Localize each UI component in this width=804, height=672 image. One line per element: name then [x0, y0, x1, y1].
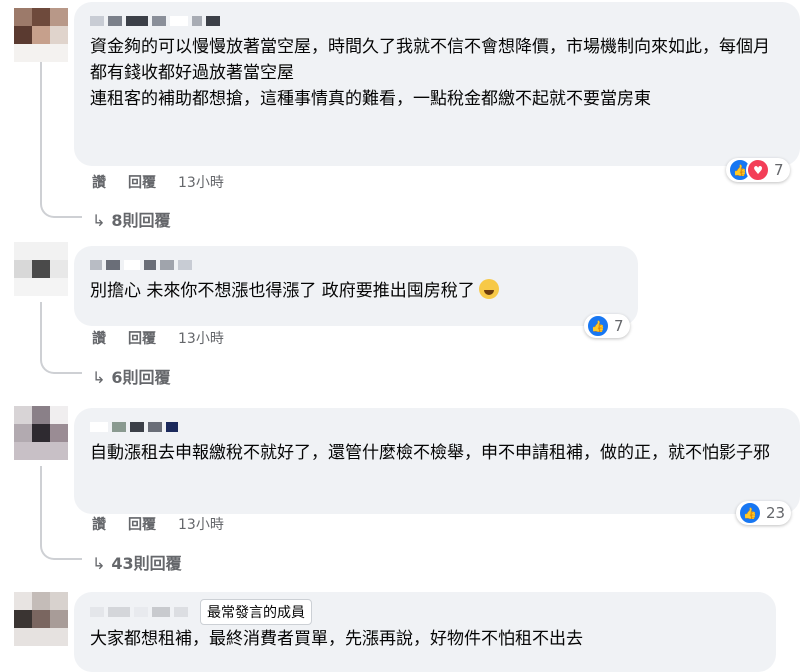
thread-line [40, 302, 42, 356]
view-replies-link[interactable]: ↳ 8則回覆 [92, 207, 171, 231]
reaction-count: 23 [766, 504, 786, 522]
reply-link[interactable]: 回覆 [128, 514, 156, 534]
avatar[interactable] [14, 406, 68, 460]
comment-bubble: 資金夠的可以慢慢放著當空屋，時間久了我就不信不會想降價，市場機制向來如此，每個月… [74, 2, 800, 166]
like-link[interactable]: 讚 [92, 328, 106, 348]
reaction-count: 7 [614, 317, 624, 335]
reaction-count: 7 [774, 161, 784, 179]
top-contributor-badge[interactable]: 最常發言的成員 [200, 599, 312, 625]
timestamp[interactable]: 13小時 [178, 328, 224, 348]
like-link[interactable]: 讚 [92, 514, 106, 534]
author-name-redacted[interactable] [90, 14, 784, 28]
comment-text: 自動漲租去申報繳稅不就好了，還管什麼檢不檢舉，申不申請租補，做的正，就不怕影子邪 [90, 443, 770, 463]
replies-count-label: 8則回覆 [111, 211, 171, 230]
replies-count-label: 6則回覆 [111, 368, 171, 387]
like-icon: 👍 [738, 501, 762, 525]
comment-actions: 讚 回覆 13小時 [92, 514, 224, 534]
comment-text: 大家都想租補，最終消費者買單，先漲再說，好物件不怕租不出去 [90, 629, 583, 649]
like-link[interactable]: 讚 [92, 172, 106, 192]
reaction-summary[interactable]: 👍 7 [584, 314, 630, 338]
avatar[interactable] [14, 242, 68, 296]
view-replies-link[interactable]: ↳ 43則回覆 [92, 550, 182, 574]
laughing-emoji-icon [478, 279, 499, 299]
reply-arrow-icon: ↳ [92, 211, 106, 230]
timestamp[interactable]: 13小時 [178, 514, 224, 534]
love-icon: ♥ [746, 158, 770, 182]
reaction-summary[interactable]: 👍 23 [736, 501, 792, 525]
comment-bubble: 別擔心 未來你不想漲也得漲了 政府要推出囤房稅了 [74, 246, 638, 326]
reply-arrow-icon: ↳ [92, 554, 106, 573]
thread-line [40, 466, 42, 542]
reply-link[interactable]: 回覆 [128, 172, 156, 192]
avatar[interactable] [14, 8, 68, 62]
reply-connector [40, 540, 82, 560]
comment-bubble: 最常發言的成員 大家都想租補，最終消費者買單，先漲再說，好物件不怕租不出去 [74, 592, 776, 672]
like-icon: 👍 [586, 314, 610, 338]
comment-actions: 讚 回覆 13小時 [92, 328, 224, 348]
reply-arrow-icon: ↳ [92, 368, 106, 387]
reply-link[interactable]: 回覆 [128, 328, 156, 348]
comment-bubble: 自動漲租去申報繳稅不就好了，還管什麼檢不檢舉，申不申請租補，做的正，就不怕影子邪 [74, 408, 800, 514]
reaction-summary[interactable]: 👍 ♥ 7 [726, 158, 790, 182]
reply-connector [40, 354, 82, 374]
comment-text: 別擔心 未來你不想漲也得漲了 政府要推出囤房稅了 [90, 278, 622, 304]
comment-text: 資金夠的可以慢慢放著當空屋，時間久了我就不信不會想降價，市場機制向來如此，每個月… [90, 37, 770, 109]
replies-count-label: 43則回覆 [111, 554, 182, 573]
author-header: 最常發言的成員 [90, 599, 760, 625]
author-name-redacted[interactable] [90, 420, 784, 434]
timestamp[interactable]: 13小時 [178, 172, 224, 192]
reply-connector [40, 198, 82, 218]
avatar[interactable] [14, 592, 68, 646]
comment-text-body: 別擔心 未來你不想漲也得漲了 政府要推出囤房稅了 [90, 281, 475, 301]
author-name-redacted[interactable] [90, 258, 622, 272]
comment-actions: 讚 回覆 13小時 [92, 172, 224, 192]
view-replies-link[interactable]: ↳ 6則回覆 [92, 364, 171, 388]
thread-line [40, 62, 42, 200]
